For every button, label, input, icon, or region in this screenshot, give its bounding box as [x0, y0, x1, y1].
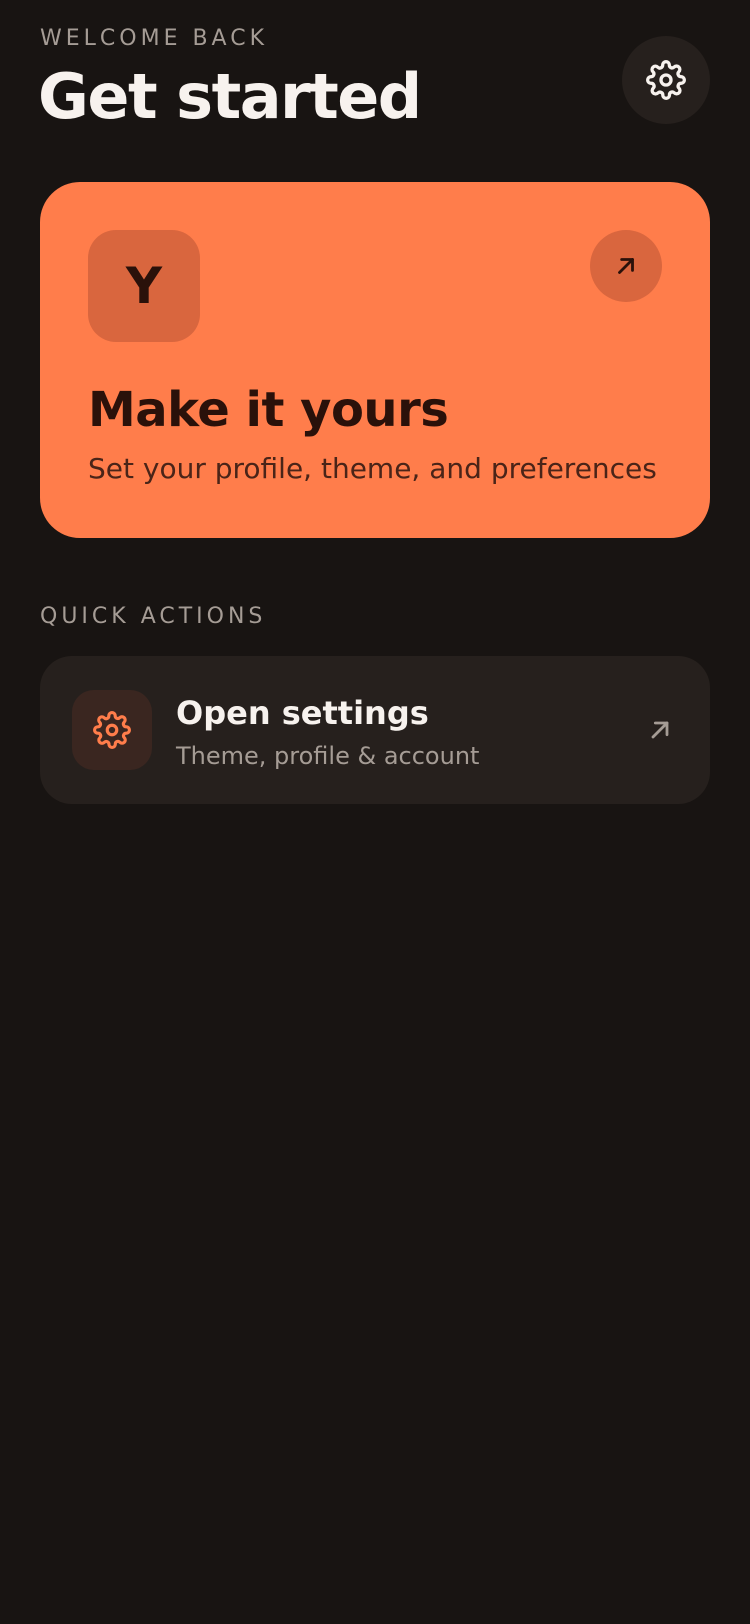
quick-actions-label: QUICK ACTIONS	[40, 604, 267, 629]
page-title: Get started	[38, 60, 422, 133]
arrow-up-right-icon	[651, 721, 669, 739]
action-subtitle: Theme, profile & account	[176, 742, 480, 770]
arrow-up-right-icon	[618, 258, 634, 274]
gear-icon	[646, 60, 686, 100]
home-screen: WELCOME BACK Get started Y Make it yours…	[0, 0, 750, 1624]
action-title: Open settings	[176, 694, 429, 732]
hero-subtitle: Set your profile, theme, and preferences	[88, 452, 657, 485]
welcome-eyebrow: WELCOME BACK	[40, 26, 269, 51]
settings-button[interactable]	[622, 36, 710, 124]
hero-open-button[interactable]	[590, 230, 662, 302]
avatar: Y	[88, 230, 200, 342]
open-settings-action[interactable]: Open settings Theme, profile & account	[40, 656, 710, 804]
gear-icon	[93, 711, 131, 749]
hero-title: Make it yours	[88, 382, 449, 438]
action-arrow	[644, 714, 676, 746]
profile-hero-card[interactable]: Y Make it yours Set your profile, theme,…	[40, 182, 710, 538]
action-icon-tile	[72, 690, 152, 770]
